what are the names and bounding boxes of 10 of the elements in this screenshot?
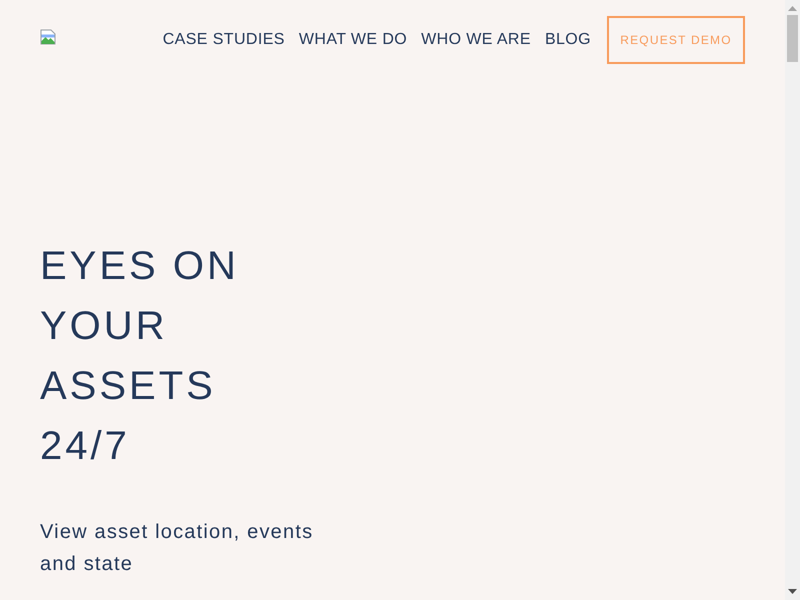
hero-heading: EYES ON YOUR ASSETS 24/7 bbox=[40, 243, 240, 470]
nav-link[interactable]: WHAT WE DO bbox=[298, 28, 408, 52]
nav-link[interactable]: WHO WE ARE bbox=[421, 28, 531, 52]
scroll-down-arrow-icon[interactable] bbox=[788, 589, 797, 594]
scroll-up-arrow-icon[interactable] bbox=[788, 6, 797, 11]
hero-subheading: View asset location, events and state bbox=[40, 520, 314, 577]
broken-image-icon bbox=[40, 29, 56, 45]
scrollbar-thumb[interactable] bbox=[787, 15, 798, 62]
nav-link[interactable]: CASE STUDIES bbox=[162, 28, 285, 52]
nav-link[interactable]: BLOG bbox=[544, 28, 591, 52]
